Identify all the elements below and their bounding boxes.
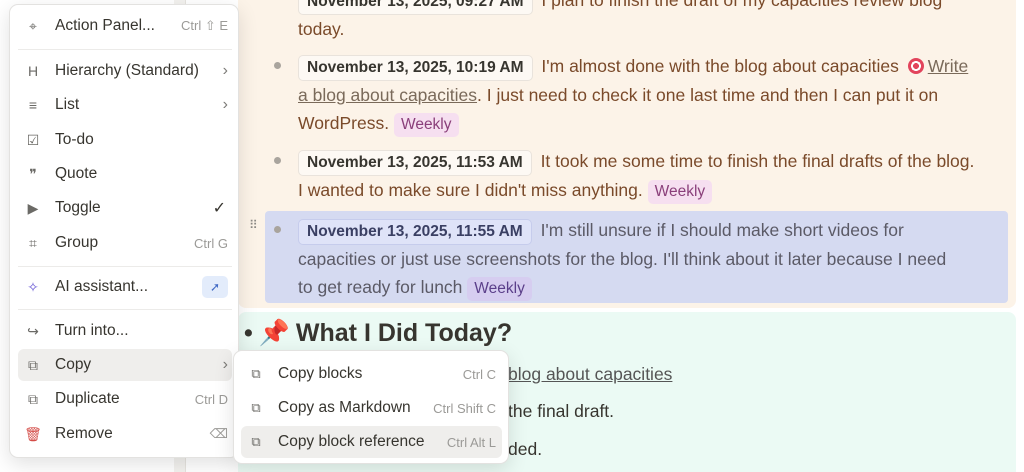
timestamp-chip[interactable]: November 13, 2025, 10:19 AM [298, 55, 533, 81]
bullet-icon [274, 157, 281, 164]
copy-submenu: ⧉ Copy blocks Ctrl C ⧉ Copy as Markdown … [233, 350, 509, 464]
menu-item-label: To-do [55, 131, 94, 148]
weekly-tag[interactable]: Weekly [647, 180, 713, 204]
sparkle-icon: ✧ [27, 278, 39, 295]
shortcut-hint: Ctrl ⇧ E [180, 18, 228, 33]
copy-icon: ⧉ [251, 400, 261, 415]
pushpin-icon: 📌 [258, 319, 290, 347]
bullet-icon [274, 62, 281, 69]
menu-item-turn-into[interactable]: ↪ Turn into... [18, 315, 232, 347]
entry-text: I'm almost done with the blog about capa… [541, 56, 899, 76]
page-link[interactable]: Write [928, 56, 969, 76]
menu-item-label: Hierarchy (Standard) [55, 62, 199, 79]
page-link[interactable]: a blog about capacities [298, 85, 477, 105]
weekly-tag[interactable]: Weekly [393, 113, 459, 137]
trash-icon: 🗑 [24, 425, 42, 442]
checkbox-icon: ☑ [26, 131, 40, 148]
heading-bullet-icon: • [244, 319, 253, 347]
duplicate-icon: ⧉ [28, 390, 38, 407]
shortcut-hint: Ctrl Shift C [433, 400, 496, 416]
heading-icon: H [27, 63, 39, 79]
list-item-text: ded. [508, 439, 543, 459]
checkmark-icon: ✓ [212, 200, 226, 217]
menu-item-label: Action Panel... [55, 17, 155, 34]
cursor-click-icon: ⌖ [29, 17, 37, 34]
timestamp-chip[interactable]: November 13, 2025, 09:27 AM [298, 0, 533, 15]
menu-item-quote[interactable]: ❞ Quote [18, 158, 232, 190]
page-link[interactable]: blog about capacities [508, 360, 672, 388]
menu-item-label: AI assistant... [55, 278, 149, 295]
menu-item-action-panel[interactable]: ⌖ Action Panel... Ctrl ⇧ E [18, 10, 232, 42]
entry-text: to get ready for lunch [298, 277, 463, 297]
menu-item-duplicate[interactable]: ⧉ Duplicate Ctrl D [18, 383, 232, 415]
shortcut-hint: Ctrl C [462, 366, 496, 382]
submenu-item-copy-block-reference[interactable]: ⧉ Copy block reference Ctrl Alt L [241, 426, 502, 458]
copy-icon: ⧉ [28, 356, 38, 373]
log-entry[interactable]: November 13, 2025, 09:27 AM I plan to fi… [298, 0, 1010, 43]
copy-icon: ⧉ [251, 434, 261, 449]
menu-item-group[interactable]: ⌗ Group Ctrl G [18, 227, 232, 259]
entry-text: . I just need to check it one last time … [477, 85, 939, 105]
menu-item-todo[interactable]: ☑ To-do [18, 124, 232, 156]
menu-item-copy[interactable]: ⧉ Copy › [18, 349, 232, 381]
submenu-item-copy-markdown[interactable]: ⧉ Copy as Markdown Ctrl Shift C [241, 392, 502, 424]
entry-text: I wanted to make sure I didn't miss anyt… [298, 180, 643, 200]
shortcut-hint: Ctrl D [194, 391, 228, 407]
menu-item-label: Turn into... [55, 322, 129, 339]
log-entry[interactable]: November 13, 2025, 10:19 AM I'm almost d… [298, 52, 1010, 137]
turn-into-icon: ↪ [27, 322, 39, 339]
group-icon: ⌗ [29, 234, 37, 251]
entry-text: today. [298, 19, 345, 39]
quote-icon: ❞ [29, 165, 37, 182]
submenu-item-label: Copy block reference [278, 433, 425, 450]
menu-item-label: Group [55, 234, 99, 251]
menu-item-label: List [55, 96, 80, 113]
menu-divider [18, 309, 232, 310]
menu-item-label: Toggle [55, 199, 101, 216]
menu-item-toggle[interactable]: ▶ Toggle ✓ [18, 192, 232, 224]
chevron-right-icon: › [222, 62, 228, 79]
menu-item-remove[interactable]: 🗑 Remove ⌫ [18, 418, 232, 450]
shortcut-hint: Ctrl Alt L [446, 434, 496, 450]
entry-text: It took me some time to finish the final… [540, 151, 975, 171]
menu-divider [18, 49, 232, 50]
list-item-text: the final draft. [508, 401, 615, 421]
submenu-item-label: Copy as Markdown [278, 399, 411, 416]
chevron-right-icon: › [222, 356, 228, 373]
log-entry[interactable]: November 13, 2025, 11:53 AM It took me s… [298, 147, 1010, 204]
menu-item-label: Copy [55, 356, 92, 373]
shortcut-hint: Ctrl G [194, 235, 228, 251]
menu-item-ai-assistant[interactable]: ✧ AI assistant... ➚ [18, 271, 232, 303]
drag-handle-icon[interactable]: ⠿ [249, 219, 259, 237]
shortcut-hint: ⌫ [209, 426, 228, 441]
chevron-right-icon: › [222, 96, 228, 113]
menu-item-hierarchy[interactable]: H Hierarchy (Standard) › [18, 55, 232, 87]
copy-icon: ⧉ [251, 366, 261, 381]
section-heading[interactable]: • 📌 What I Did Today? [244, 316, 512, 350]
toggle-icon: ▶ [27, 199, 39, 216]
bullet-icon [274, 226, 281, 233]
menu-item-label: Duplicate [55, 390, 120, 407]
target-icon [907, 58, 924, 74]
entry-text: WordPress. [298, 113, 390, 133]
submenu-item-label: Copy blocks [278, 365, 363, 382]
heading-text: What I Did Today? [295, 319, 513, 347]
submenu-item-copy-blocks[interactable]: ⧉ Copy blocks Ctrl C [241, 358, 502, 390]
menu-divider [18, 266, 232, 267]
log-entry-selected[interactable]: November 13, 2025, 11:55 AM I'm still un… [298, 216, 1010, 301]
rocket-icon[interactable]: ➚ [202, 276, 228, 298]
block-context-menu: ⌖ Action Panel... Ctrl ⇧ E H Hierarchy (… [9, 4, 239, 458]
timestamp-chip[interactable]: November 13, 2025, 11:55 AM [298, 219, 532, 245]
entry-text: capacities or just use screenshots for t… [298, 249, 947, 269]
menu-item-label: Quote [55, 165, 98, 182]
list-icon: ≡ [28, 97, 38, 113]
menu-item-label: Remove [55, 425, 113, 442]
weekly-tag[interactable]: Weekly [467, 277, 532, 301]
entry-text: I plan to finish the draft of my capacit… [541, 0, 943, 10]
timestamp-chip[interactable]: November 13, 2025, 11:53 AM [298, 150, 532, 176]
entry-text: I'm still unsure if I should make short … [540, 220, 904, 240]
menu-item-list[interactable]: ≡ List › [18, 89, 232, 121]
